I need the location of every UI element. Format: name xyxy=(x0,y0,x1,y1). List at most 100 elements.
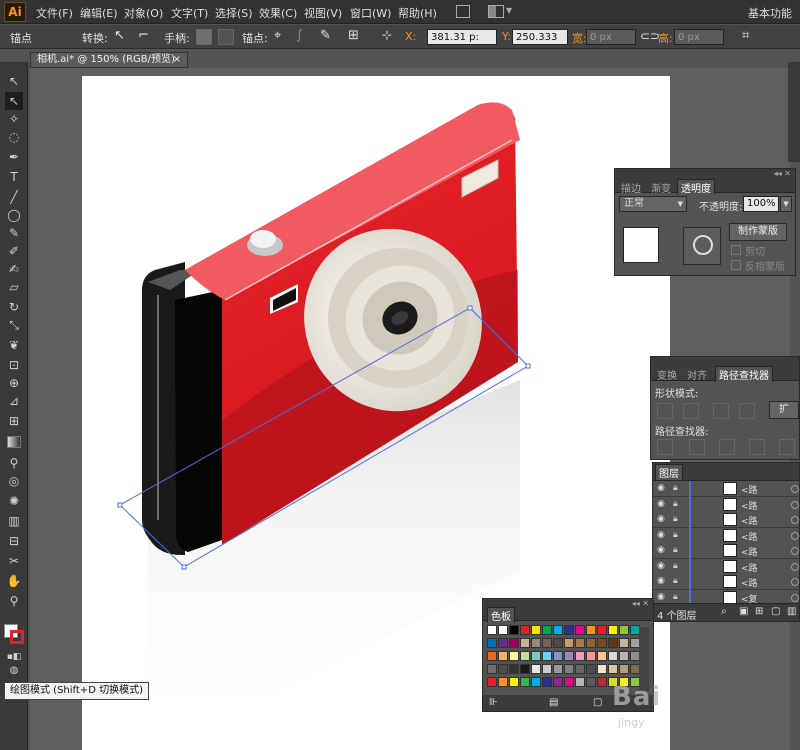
lock-icon[interactable]: 🔒︎ xyxy=(673,530,683,541)
color-swatch[interactable] xyxy=(531,664,541,674)
color-swatch[interactable] xyxy=(520,651,530,661)
divide-icon[interactable] xyxy=(657,439,673,455)
color-swatch[interactable] xyxy=(564,651,574,661)
new-layer-icon[interactable]: ▢ xyxy=(771,606,780,617)
target-icon[interactable] xyxy=(791,593,799,602)
target-icon[interactable] xyxy=(791,500,799,509)
color-swatch[interactable] xyxy=(531,638,541,648)
color-swatch[interactable] xyxy=(608,664,618,674)
color-swatch[interactable] xyxy=(520,638,530,648)
clip-checkbox[interactable] xyxy=(731,245,741,255)
color-swatch[interactable] xyxy=(575,625,585,635)
color-swatch[interactable] xyxy=(575,664,585,674)
tab-transform[interactable]: 变换 xyxy=(657,367,677,382)
color-swatch[interactable] xyxy=(542,638,552,648)
color-swatch[interactable] xyxy=(542,677,552,687)
visibility-eye-icon[interactable]: ◉ xyxy=(657,561,669,572)
target-icon[interactable] xyxy=(791,578,799,586)
anchor-point[interactable] xyxy=(467,305,473,311)
panel-collapse-icon[interactable]: ◂◂ ✕ xyxy=(632,599,649,608)
color-swatch[interactable] xyxy=(597,677,607,687)
collapsed-panel-strip[interactable] xyxy=(788,62,800,162)
layer-row[interactable]: ◉ 🔒︎ <路 xyxy=(653,481,799,497)
visibility-eye-icon[interactable]: ◉ xyxy=(657,499,669,510)
trim-icon[interactable] xyxy=(689,439,705,455)
color-swatch[interactable] xyxy=(509,664,519,674)
color-swatch[interactable] xyxy=(509,677,519,687)
color-swatch[interactable] xyxy=(586,625,596,635)
color-swatch[interactable] xyxy=(498,625,508,635)
color-swatch[interactable] xyxy=(520,677,530,687)
layer-row[interactable]: ◉ 🔒︎ <路 xyxy=(653,574,799,590)
artwork-thumbnail[interactable] xyxy=(623,227,659,263)
color-swatch[interactable] xyxy=(619,625,629,635)
target-icon[interactable] xyxy=(791,562,799,571)
target-icon[interactable] xyxy=(791,531,799,540)
color-swatch[interactable] xyxy=(597,625,607,635)
tab-align[interactable]: 对齐 xyxy=(687,367,707,382)
color-swatch[interactable] xyxy=(586,664,596,674)
color-swatch[interactable] xyxy=(498,664,508,674)
color-swatch[interactable] xyxy=(575,638,585,648)
mask-thumbnail[interactable] xyxy=(683,227,721,265)
color-swatch[interactable] xyxy=(608,638,618,648)
visibility-eye-icon[interactable]: ◉ xyxy=(657,530,669,541)
color-swatch[interactable] xyxy=(509,651,519,661)
color-swatch[interactable] xyxy=(487,638,497,648)
blend-mode-select[interactable]: 正常 ▼ xyxy=(619,196,687,212)
color-swatch[interactable] xyxy=(619,664,629,674)
color-swatch[interactable] xyxy=(597,664,607,674)
visibility-eye-icon[interactable]: ◉ xyxy=(657,576,669,587)
color-swatch[interactable] xyxy=(487,651,497,661)
color-swatch[interactable] xyxy=(531,625,541,635)
layer-row[interactable]: ◉ 🔒︎ <路 xyxy=(653,512,799,528)
color-swatch[interactable] xyxy=(586,651,596,661)
color-swatch[interactable] xyxy=(498,651,508,661)
layer-row[interactable]: ◉ 🔒︎ <路 xyxy=(653,496,799,513)
tab-transparency[interactable]: 透明度 xyxy=(677,179,715,195)
trash-icon[interactable]: ▥ xyxy=(787,606,796,617)
exclude-icon[interactable] xyxy=(739,403,755,419)
lock-icon[interactable]: 🔒︎ xyxy=(673,592,683,603)
lock-icon[interactable]: 🔒︎ xyxy=(673,561,683,572)
color-swatch[interactable] xyxy=(597,638,607,648)
layer-row[interactable]: ◉ 🔒︎ <路 xyxy=(653,558,799,575)
color-swatch[interactable] xyxy=(608,651,618,661)
expand-button[interactable]: 扩 xyxy=(769,401,799,419)
color-swatch[interactable] xyxy=(608,625,618,635)
color-swatch[interactable] xyxy=(564,677,574,687)
color-swatch[interactable] xyxy=(498,677,508,687)
target-icon[interactable] xyxy=(791,516,799,524)
swatch-library-icon[interactable]: ⊪ xyxy=(489,697,498,708)
lock-icon[interactable]: 🔒︎ xyxy=(673,514,683,525)
make-mask-button[interactable]: 制作蒙版 xyxy=(729,223,787,241)
new-swatch-icon[interactable]: ▢ xyxy=(593,697,602,708)
color-swatch[interactable] xyxy=(586,677,596,687)
merge-icon[interactable] xyxy=(719,439,735,455)
tab-layers[interactable]: 图层 xyxy=(655,464,683,480)
tab-pathfinder[interactable]: 路径查找器 xyxy=(715,366,773,382)
color-swatch[interactable] xyxy=(542,625,552,635)
color-swatch[interactable] xyxy=(487,677,497,687)
lock-icon[interactable]: 🔒︎ xyxy=(673,576,683,587)
anchor-point[interactable] xyxy=(525,363,531,369)
color-swatch[interactable] xyxy=(564,664,574,674)
layer-row[interactable]: ◉ 🔒︎ <路 xyxy=(653,527,799,544)
crop-icon[interactable] xyxy=(749,439,765,455)
visibility-eye-icon[interactable]: ◉ xyxy=(657,592,669,603)
target-icon[interactable] xyxy=(791,547,799,555)
tab-swatches[interactable]: 色板 xyxy=(487,607,515,623)
chevron-down-icon[interactable]: ▼ xyxy=(780,196,792,212)
visibility-eye-icon[interactable]: ◉ xyxy=(657,514,669,525)
swatch-options-icon[interactable]: ▤ xyxy=(549,697,558,708)
locate-object-icon[interactable]: ⌕ xyxy=(721,606,727,617)
lock-icon[interactable]: 🔒︎ xyxy=(673,499,683,510)
color-swatch[interactable] xyxy=(487,664,497,674)
color-swatch[interactable] xyxy=(553,677,563,687)
color-swatch[interactable] xyxy=(553,664,563,674)
color-swatch[interactable] xyxy=(564,638,574,648)
color-swatch[interactable] xyxy=(498,638,508,648)
anchor-point[interactable] xyxy=(117,502,123,508)
color-swatch[interactable] xyxy=(575,677,585,687)
color-swatch[interactable] xyxy=(553,638,563,648)
